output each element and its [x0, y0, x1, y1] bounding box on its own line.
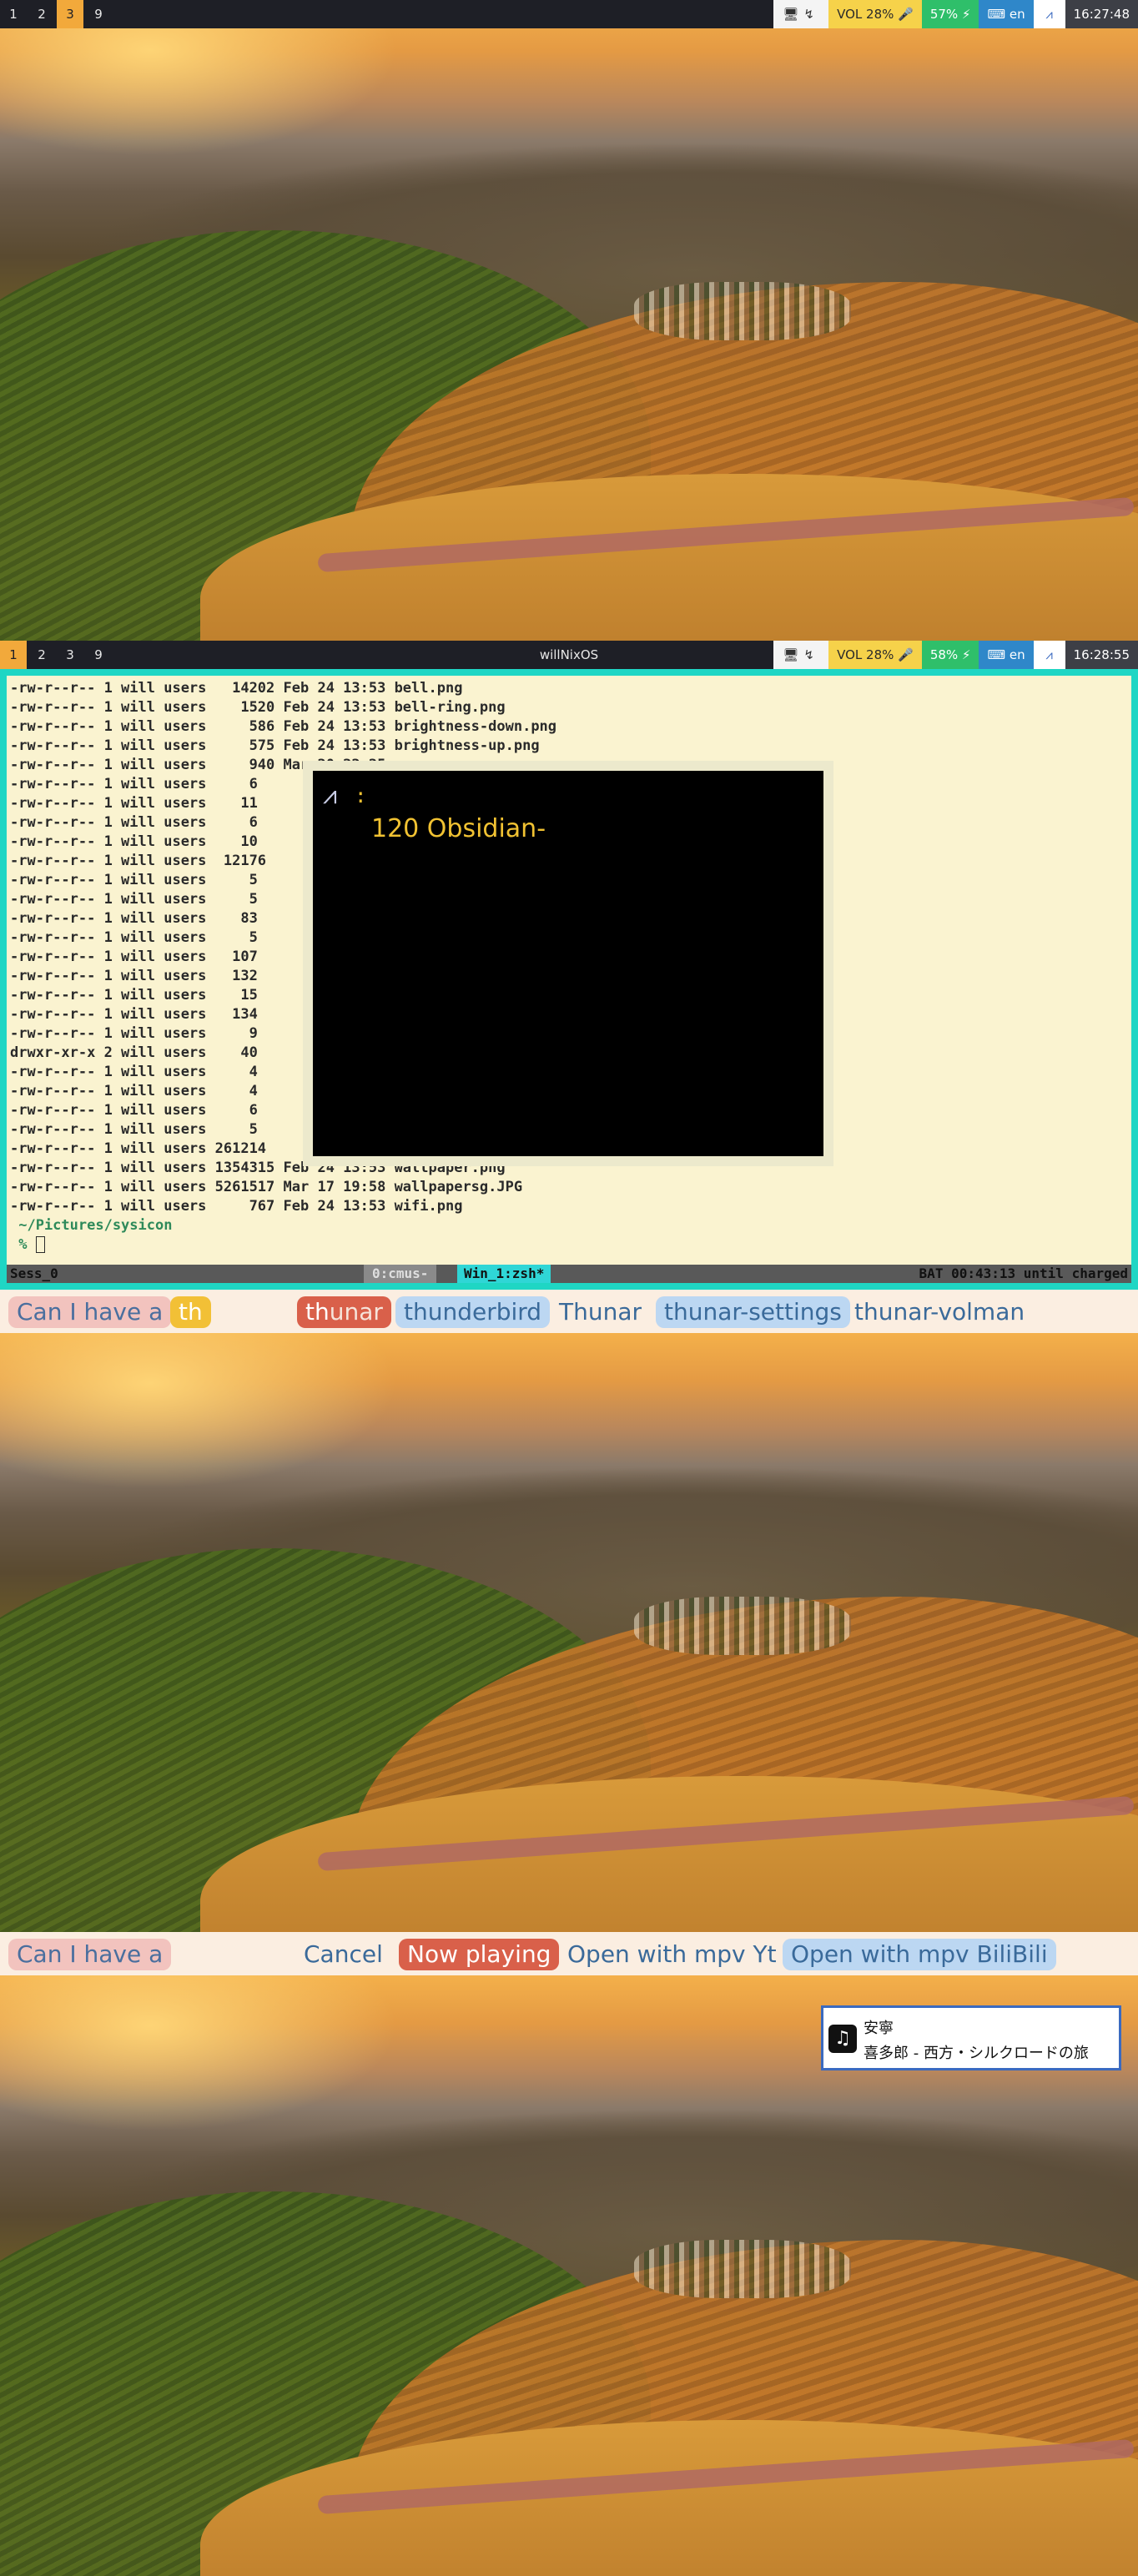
- desktop-3: Can I have a th thunar thunderbird Thuna…: [0, 1290, 1138, 1932]
- now-playing-notification[interactable]: ♫ 安寧 喜多郎 - 西方・シルクロードの旅: [821, 2005, 1121, 2070]
- launcher-prompt: Can I have a: [8, 1296, 172, 1328]
- app-tray-icon[interactable]: ⩘: [1033, 641, 1065, 669]
- wallpaper: ♫ 安寧 喜多郎 - 西方・シルクロードの旅: [0, 1975, 1138, 2576]
- monitor-network-icons[interactable]: 🖥↯: [773, 641, 829, 669]
- wallpaper: [0, 0, 1138, 641]
- window-switcher-popup[interactable]: ⩘ : 120 Obsidian-: [303, 761, 833, 1166]
- desktop-4: Can I have a Cancel Now playing Open wit…: [0, 1932, 1138, 2576]
- option-cancel[interactable]: Cancel: [295, 1939, 391, 1970]
- cursor: [35, 1236, 45, 1253]
- popup-prompt: :: [355, 784, 367, 808]
- keyboard-icon: ⌨: [987, 7, 1010, 22]
- option-now-playing[interactable]: Now playing: [399, 1939, 560, 1970]
- workspace-2[interactable]: 2: [28, 0, 55, 28]
- workspace-9[interactable]: 9: [85, 0, 112, 28]
- tmux-window-0[interactable]: 0:cmus-: [364, 1265, 437, 1283]
- keyboard-layout[interactable]: ⌨ en: [979, 0, 1034, 28]
- keyboard-layout[interactable]: ⌨ en: [979, 641, 1034, 669]
- clock: 16:27:48: [1065, 0, 1138, 28]
- app-tray-icon[interactable]: ⩘: [1033, 0, 1065, 28]
- terminal-line: -rw-r--r-- 1 will users 5261517 Mar 17 1…: [10, 1179, 523, 1195]
- system-tray: 🖥↯ VOL 28% 🎤 57% ⚡ ⌨ en ⩘ 16:27:48: [773, 0, 1138, 28]
- option-thunar-volman[interactable]: thunar-volman: [846, 1296, 1033, 1328]
- workspace-1[interactable]: 1: [0, 0, 27, 28]
- tmux-session: Sess_0: [10, 1265, 58, 1281]
- terminal-line: -rw-r--r-- 1 will users 14202 Feb 24 13:…: [10, 680, 463, 697]
- desktop-1: 1 2 3 9 🖥↯ VOL 28% 🎤 57% ⚡ ⌨ en ⩘ 16:27:…: [0, 0, 1138, 641]
- terminal-line: -rw-r--r-- 1 will users 767 Feb 24 13:53…: [10, 1198, 463, 1215]
- terminal-prompt[interactable]: %: [10, 1235, 556, 1255]
- music-note-icon: ♫: [828, 2025, 857, 2053]
- keyboard-icon: ⌨: [987, 647, 1010, 662]
- option-Thunar[interactable]: Thunar: [551, 1296, 650, 1328]
- tmux-status-bar: Sess_0 0:cmus- Win_1:zsh* BAT 00:43:13 u…: [7, 1265, 1131, 1283]
- app-icon: ⩘: [323, 781, 337, 810]
- terminal-cwd: ~/Pictures/sysicon: [10, 1217, 173, 1234]
- monitor-network-icons[interactable]: 🖥↯: [773, 0, 829, 28]
- launcher-input[interactable]: th: [170, 1296, 211, 1328]
- media-menu: Can I have a Cancel Now playing Open wit…: [0, 1932, 1138, 1975]
- volume-indicator[interactable]: VOL 28% 🎤: [828, 641, 922, 669]
- battery-indicator: 58% ⚡: [921, 641, 979, 669]
- desktop-2: 1 2 3 9 willNixOS 🖥↯ VOL 28% 🎤 58% ⚡ ⌨ e…: [0, 641, 1138, 1290]
- option-mpv-bilibili[interactable]: Open with mpv BiliBili: [783, 1939, 1056, 1970]
- battery-indicator: 57% ⚡: [921, 0, 979, 28]
- tmux-window-1[interactable]: Win_1:zsh*: [457, 1265, 551, 1283]
- terminal-line: -rw-r--r-- 1 will users 575 Feb 24 13:53…: [10, 737, 540, 754]
- track-artist-album: 喜多郎 - 西方・シルクロードの旅: [864, 2045, 1089, 2062]
- app-launcher: Can I have a th thunar thunderbird Thuna…: [0, 1290, 1138, 1333]
- option-mpv-yt[interactable]: Open with mpv Yt: [559, 1939, 785, 1970]
- top-bar: 1 2 3 9 🖥↯ VOL 28% 🎤 57% ⚡ ⌨ en ⩘ 16:27:…: [0, 0, 1138, 28]
- tmux-battery: BAT 00:43:13 until charged: [919, 1265, 1128, 1281]
- workspace-3[interactable]: 3: [57, 0, 83, 28]
- system-tray: 🖥↯ VOL 28% 🎤 58% ⚡ ⌨ en ⩘ 16:28:55: [773, 641, 1138, 669]
- top-bar: 1 2 3 9 willNixOS 🖥↯ VOL 28% 🎤 58% ⚡ ⌨ e…: [0, 641, 1138, 669]
- popup-entry[interactable]: 120 Obsidian-: [371, 814, 546, 843]
- launcher-prompt: Can I have a: [8, 1939, 172, 1970]
- clock: 16:28:55: [1065, 641, 1138, 669]
- volume-indicator[interactable]: VOL 28% 🎤: [828, 0, 922, 28]
- option-thunderbird[interactable]: thunderbird: [395, 1296, 551, 1328]
- option-thunar-settings[interactable]: thunar-settings: [656, 1296, 850, 1328]
- option-thunar[interactable]: thunar: [297, 1296, 391, 1328]
- track-title: 安寧: [864, 2020, 894, 2037]
- terminal-line: -rw-r--r-- 1 will users 586 Feb 24 13:53…: [10, 718, 557, 735]
- wallpaper: [0, 1333, 1138, 1932]
- terminal-line: -rw-r--r-- 1 will users 1520 Feb 24 13:5…: [10, 699, 506, 716]
